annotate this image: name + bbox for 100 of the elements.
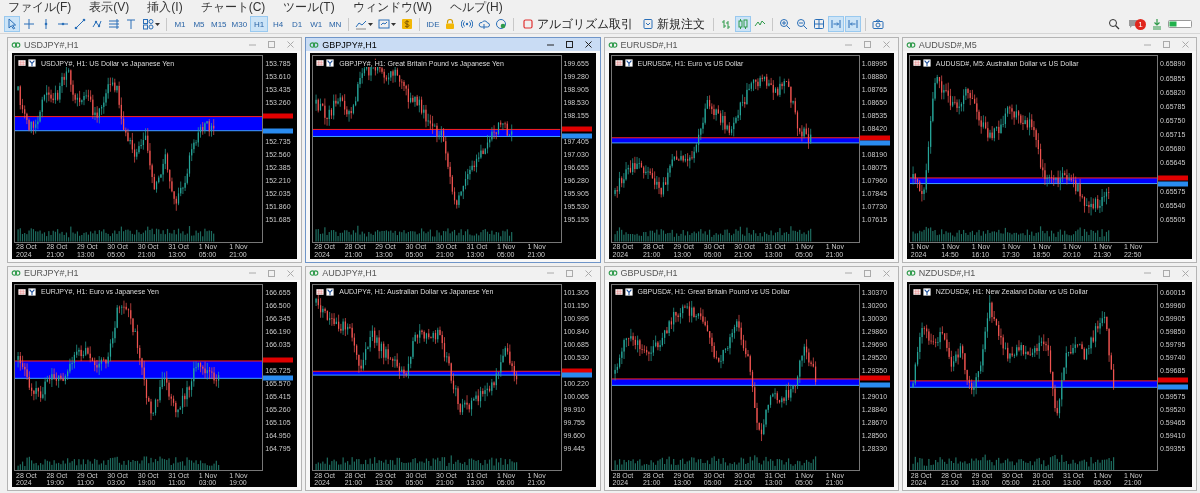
maximize-icon (864, 41, 872, 48)
chain-icon (309, 39, 320, 50)
shapes-button[interactable] (140, 16, 162, 32)
crosshair-button[interactable] (21, 16, 37, 32)
cursor-button[interactable] (4, 16, 20, 32)
close-icon (1181, 269, 1189, 277)
chain-icon (905, 39, 916, 50)
table-icon[interactable] (18, 287, 26, 296)
templates-button[interactable] (376, 16, 399, 32)
close-icon (883, 41, 891, 48)
download-icon[interactable] (1151, 18, 1163, 30)
cursor-icon (6, 18, 18, 30)
funnel-icon[interactable] (326, 59, 335, 67)
funnel-icon[interactable] (28, 59, 36, 67)
table-icon[interactable] (912, 59, 921, 67)
connection-status-icon (1168, 19, 1192, 29)
new-order-button[interactable]: 新規注文 (638, 16, 710, 32)
maximize-icon (267, 269, 275, 277)
close-icon (286, 269, 294, 277)
caret-icon (391, 22, 397, 26)
funnel-icon[interactable] (922, 59, 931, 67)
window-title: USDJPY#,H1 (24, 39, 80, 50)
timeframe-button[interactable]: MN (326, 16, 345, 32)
price-tag (263, 357, 294, 363)
window-title: EURUSD#,H1 (620, 39, 679, 50)
dollar-icon (401, 18, 414, 30)
price-tag (263, 375, 294, 381)
window-title: EURJPY#,H1 (24, 268, 80, 278)
polyline-icon (91, 18, 103, 30)
trendline-button[interactable] (72, 16, 88, 32)
bar-chart-icon (720, 18, 733, 30)
autoscroll-icon (830, 18, 843, 30)
table-icon[interactable] (614, 287, 623, 296)
maximize-icon (1162, 269, 1170, 277)
funnel-icon[interactable] (922, 287, 931, 296)
signals-icon (461, 18, 474, 30)
close-icon (286, 41, 294, 48)
timeframe-button[interactable]: H4 (269, 16, 288, 32)
zoom-in-icon (779, 18, 792, 30)
chart-shift-icon (847, 18, 860, 30)
table-icon[interactable] (316, 287, 325, 296)
indicators-icon (355, 18, 368, 30)
menu-item[interactable]: ヘルプ(H) (450, 0, 503, 15)
search-button[interactable] (1106, 16, 1122, 32)
maximize-icon (1162, 41, 1170, 48)
algo-trading-button[interactable]: アルゴリズム取引 (518, 16, 638, 32)
close-icon (883, 269, 891, 277)
table-icon[interactable] (614, 59, 623, 67)
crosshair-icon (23, 18, 35, 30)
table-icon[interactable] (18, 59, 26, 67)
funnel-icon[interactable] (624, 287, 633, 296)
chain-icon (607, 39, 618, 50)
funnel-icon[interactable] (326, 287, 335, 296)
timeframe-button[interactable]: M15 (209, 16, 229, 32)
chain-icon (11, 268, 21, 278)
notification-badge: 1 (1135, 18, 1146, 30)
window-title: GBPJPY#,H1 (322, 39, 378, 50)
minimize-icon (1143, 43, 1151, 46)
text-tool-icon (125, 18, 137, 30)
table-icon[interactable] (316, 59, 325, 67)
maximize-icon (566, 41, 573, 48)
caret-icon (155, 22, 160, 26)
maximize-icon (566, 269, 573, 277)
menu-item[interactable]: ファイル(F) (8, 0, 72, 15)
tile-windows-icon (813, 18, 826, 30)
timeframe-button[interactable]: M1 (171, 16, 189, 32)
channel-icon (108, 18, 120, 30)
window-title: GBPUSD#,H1 (620, 268, 679, 278)
chain-icon (11, 39, 21, 50)
timeframe-button[interactable]: H1 (250, 16, 269, 32)
timeframe-button[interactable]: D1 (288, 16, 307, 32)
menu-item[interactable]: 表示(V) (89, 0, 130, 15)
funnel-icon[interactable] (28, 287, 36, 296)
menu-item[interactable]: チャート(C) (200, 0, 266, 15)
ide-button[interactable]: IDE (424, 16, 442, 32)
timeframe-button[interactable]: M30 (229, 16, 250, 32)
chart-shift-button[interactable] (845, 16, 862, 32)
close-icon (1181, 41, 1189, 48)
timeframe-button[interactable]: M5 (190, 16, 208, 32)
channel-button[interactable] (106, 16, 122, 32)
screenshot-button[interactable] (870, 16, 887, 32)
zoom-out-icon (796, 18, 809, 30)
table-icon[interactable] (912, 287, 921, 296)
minimize-icon (1143, 272, 1151, 274)
menu-item[interactable]: 挿入(I) (147, 0, 183, 15)
window-title: AUDUSD#,M5 (918, 39, 978, 50)
square-icon (522, 18, 535, 30)
minimize-icon (248, 43, 256, 46)
autoscroll-button[interactable] (828, 16, 845, 32)
chain-icon (905, 268, 916, 278)
timeframe-button[interactable]: W1 (307, 16, 326, 32)
menu-item[interactable]: ツール(T) (283, 0, 335, 15)
funnel-icon[interactable] (624, 59, 633, 67)
lock-icon (444, 18, 457, 30)
trendline-icon (74, 18, 86, 30)
minimize-icon (845, 43, 853, 46)
window-title: NZDUSD#,H1 (918, 268, 977, 278)
screenshot-icon (872, 18, 885, 30)
menu-item[interactable]: ウィンドウ(W) (352, 0, 432, 15)
candlestick-button[interactable] (735, 16, 752, 32)
